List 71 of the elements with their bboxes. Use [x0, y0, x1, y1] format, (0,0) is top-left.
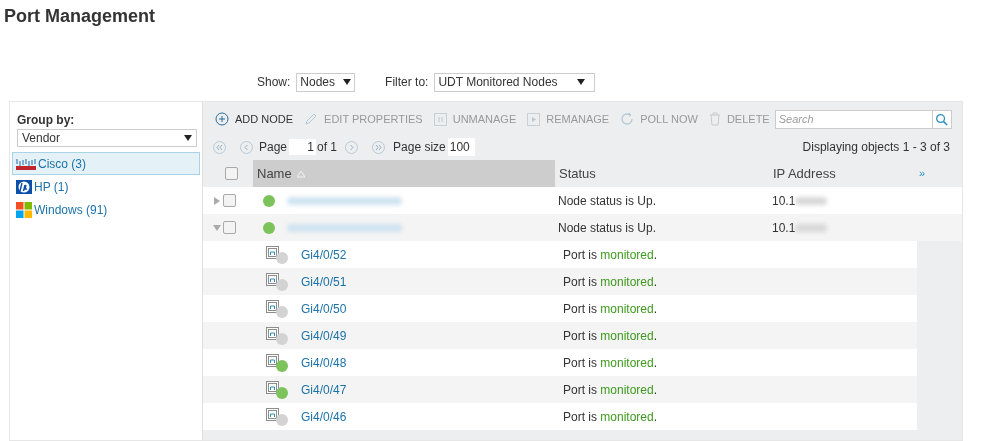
redacted-text: [795, 223, 828, 232]
ip-address: 10.1: [772, 192, 796, 210]
show-dropdown[interactable]: Nodes: [296, 72, 356, 92]
port-icon: [266, 353, 279, 367]
row-checkbox[interactable]: [223, 194, 236, 207]
page-size-label: Page size: [393, 139, 446, 156]
caret-icon: [577, 78, 586, 86]
search-field[interactable]: Search: [774, 109, 933, 129]
status-text: Port is monitored.: [563, 300, 658, 318]
page-size-field[interactable]: 100: [447, 138, 475, 156]
search-icon: [935, 112, 949, 126]
caret-icon: [343, 78, 352, 86]
first-page-icon[interactable]: [213, 140, 226, 154]
port-link[interactable]: Gi4/0/52: [301, 245, 563, 264]
port-icon: [266, 245, 279, 259]
status-text: Node status is Up.: [558, 192, 658, 210]
play-icon: [527, 112, 541, 126]
port-link[interactable]: Gi4/0/51: [301, 272, 563, 291]
filter-label: Filter to:: [385, 74, 429, 91]
status-text: Port is monitored.: [563, 273, 658, 291]
refresh-icon: [620, 112, 635, 126]
port-link[interactable]: Gi4/0/50: [301, 299, 563, 318]
status-text: Port is monitored.: [563, 327, 658, 345]
port-icon: [266, 326, 279, 340]
vendor-item[interactable]: Cisco (3): [12, 152, 200, 175]
previous-page-icon[interactable]: [240, 140, 253, 154]
port-link[interactable]: Gi4/0/48: [301, 353, 563, 372]
vendor-item[interactable]: Windows (91): [12, 198, 200, 221]
port-icon: [266, 380, 279, 394]
port-icon: [266, 299, 279, 313]
more-columns-button[interactable]: »: [919, 165, 926, 182]
trash-icon: [708, 112, 721, 126]
column-header[interactable]: Name: [253, 160, 555, 187]
search-button[interactable]: [932, 109, 952, 129]
column-header[interactable]: Status: [555, 160, 769, 187]
page-count: of 1: [317, 139, 338, 156]
group-by-label: Group by:: [17, 112, 76, 129]
toolbar-button[interactable]: ADD NODE: [215, 110, 294, 128]
hp-logo-icon: [16, 179, 32, 194]
next-page-icon[interactable]: [345, 140, 359, 154]
page-title: Port Management: [4, 5, 156, 28]
sort-icon: [296, 169, 305, 178]
status-text: Port is monitored.: [563, 408, 658, 426]
port-icon: [266, 272, 279, 286]
row-checkbox[interactable]: [223, 221, 236, 234]
pause-icon: [433, 112, 447, 126]
pencil-icon: [304, 112, 319, 126]
group-by-dropdown[interactable]: Vendor: [17, 129, 197, 147]
redacted-text: [795, 196, 828, 205]
port-link[interactable]: Gi4/0/46: [301, 407, 563, 426]
vendor-item[interactable]: HP (1): [12, 175, 200, 198]
filter-dropdown[interactable]: UDT Monitored Nodes: [434, 72, 596, 92]
port-link[interactable]: Gi4/0/47: [301, 380, 563, 399]
status-text: Port is monitored.: [563, 246, 658, 264]
windows-logo-icon: [16, 201, 32, 218]
add-icon: [215, 112, 229, 126]
ip-address: 10.1: [772, 219, 796, 237]
show-label: Show:: [257, 74, 291, 91]
page-field[interactable]: 1: [289, 139, 317, 155]
row-checkbox[interactable]: [224, 167, 238, 180]
column-header[interactable]: IP Address: [769, 160, 919, 187]
cisco-logo-icon: [16, 157, 36, 170]
port-link[interactable]: Gi4/0/49: [301, 326, 563, 345]
last-page-icon[interactable]: [372, 140, 386, 154]
status-text: Port is monitored.: [563, 354, 658, 372]
status-text: Port is monitored.: [563, 381, 658, 399]
caret-icon: [184, 134, 192, 142]
status-text: Node status is Up.: [558, 219, 658, 237]
object-count: Displaying objects 1 - 3 of 3: [802, 139, 950, 156]
page-label: Page: [259, 139, 288, 156]
port-icon: [266, 407, 279, 421]
